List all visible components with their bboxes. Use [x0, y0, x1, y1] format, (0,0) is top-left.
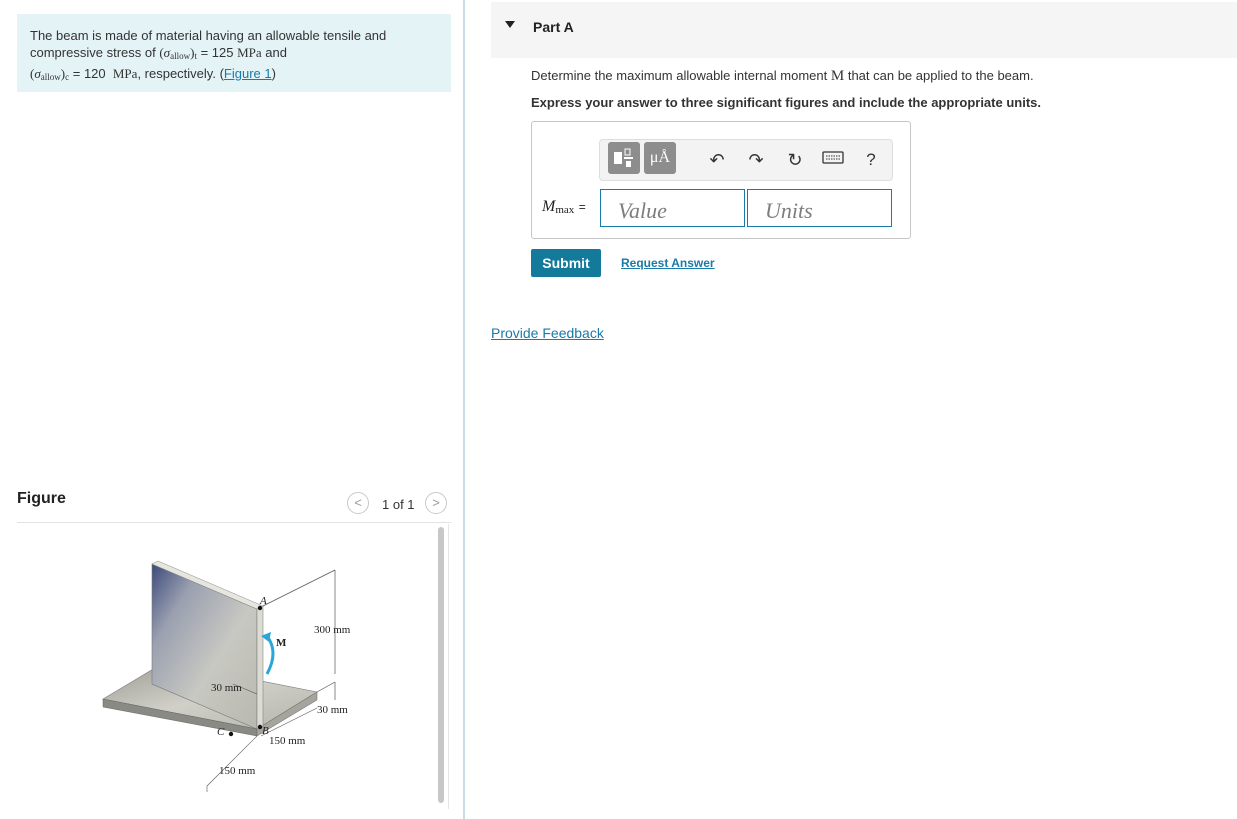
value-input[interactable]: [600, 189, 745, 227]
template-icon: [614, 148, 633, 167]
figure-pager: 1 of 1: [382, 497, 415, 512]
label-150mm-right: 150 mm: [269, 735, 306, 747]
math-toolbar: μÅ ↶ ↷ ↻ ?: [599, 139, 893, 181]
c-value: = 120: [72, 66, 106, 81]
collapse-triangle-icon[interactable]: [505, 21, 515, 28]
reset-icon[interactable]: ↻: [782, 149, 808, 171]
c-unit: MPa: [112, 66, 138, 81]
sigma-c: (σallow)c: [30, 66, 70, 82]
label-b: B: [262, 725, 269, 737]
undo-icon[interactable]: ↶: [704, 149, 730, 171]
answer-box: μÅ ↶ ↷ ↻ ? Mmax =: [531, 121, 911, 239]
scroll-rail: [448, 524, 449, 809]
provide-feedback-link[interactable]: Provide Feedback: [491, 325, 604, 341]
figure-title: Figure: [17, 490, 66, 507]
submit-button[interactable]: Submit: [531, 249, 601, 277]
label-m: M: [276, 637, 287, 649]
beam-diagram: A B C M 300 mm 30 mm 30 mm 150 mm 150 mm: [102, 560, 351, 792]
help-icon[interactable]: ?: [858, 149, 884, 171]
label-150mm-bottom: 150 mm: [219, 765, 256, 777]
problem-statement: The beam is made of material having an a…: [17, 14, 451, 92]
figure-scrollbar[interactable]: [438, 527, 444, 803]
t-unit: MPa: [237, 45, 262, 60]
part-title: Part A: [533, 19, 574, 35]
label-300mm: 300 mm: [314, 624, 351, 636]
prev-figure-button[interactable]: <: [347, 492, 369, 514]
and-text: and: [265, 45, 287, 60]
part-header[interactable]: Part A: [491, 2, 1237, 58]
units-input[interactable]: [747, 189, 892, 227]
question-text: Determine the maximum allowable internal…: [531, 68, 1034, 84]
answer-label: Mmax =: [542, 198, 586, 216]
keyboard-icon[interactable]: [820, 148, 846, 170]
answer-instruction: Express your answer to three significant…: [531, 95, 1041, 110]
redo-icon[interactable]: ↷: [743, 149, 769, 171]
templates-button[interactable]: [608, 142, 640, 174]
units-button[interactable]: μÅ: [644, 142, 676, 174]
request-answer-link[interactable]: Request Answer: [621, 256, 715, 270]
t-value: = 125: [200, 45, 234, 60]
label-30mm-right: 30 mm: [317, 704, 348, 716]
tail-text: , respectively.: [137, 66, 216, 81]
figure-link[interactable]: Figure 1: [224, 66, 272, 81]
sigma-t: (σallow)t: [159, 45, 197, 61]
figure-image: A B C M 300 mm 30 mm 30 mm 150 mm 150 mm: [17, 524, 437, 814]
right-panel: Part A Determine the maximum allowable i…: [465, 0, 1237, 819]
left-panel: The beam is made of material having an a…: [0, 0, 463, 819]
label-30mm-left: 30 mm: [211, 682, 242, 694]
next-figure-button[interactable]: >: [425, 492, 447, 514]
label-c: C: [217, 726, 225, 738]
label-a: A: [259, 595, 267, 607]
figure-header: Figure < 1 of 1 >: [17, 490, 451, 523]
